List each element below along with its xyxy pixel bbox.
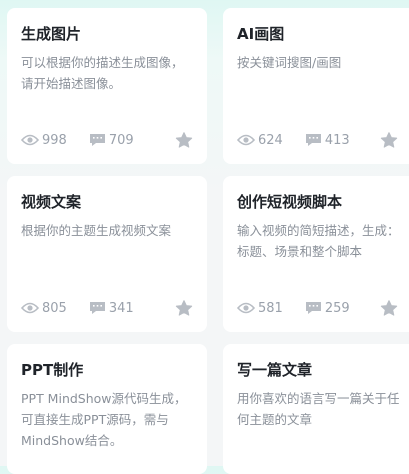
view-count: 624	[237, 133, 283, 148]
card-footer: 998 709	[21, 130, 193, 150]
comment-count-value: 259	[324, 300, 350, 316]
card-footer: 624 413	[237, 130, 409, 150]
star-icon	[380, 131, 397, 148]
comment-count-value: 341	[108, 300, 134, 316]
favorite-button[interactable]	[175, 299, 193, 317]
card-description: PPT MindShow源代码生成，可直接生成PPT源码，需与MindShow结…	[21, 391, 187, 448]
card-title: PPT制作	[21, 361, 84, 379]
comment-count: 709	[89, 133, 134, 148]
star-icon	[175, 131, 193, 148]
prompt-card[interactable]: PPT制作 PPT MindShow源代码生成，可直接生成PPT源码，需与Min…	[7, 344, 207, 474]
favorite-button[interactable]	[380, 299, 398, 317]
eye-icon	[21, 302, 39, 314]
star-icon	[175, 299, 193, 316]
eye-icon	[237, 134, 255, 146]
prompt-card[interactable]: 视频文案 根据你的主题生成视频文案 805 341	[7, 176, 207, 332]
comment-count: 413	[305, 133, 350, 148]
card-description: 用你喜欢的语言写一篇关于任何主题的文章	[237, 391, 400, 427]
prompt-card[interactable]: 生成图片 可以根据你的描述生成图像，请开始描述图像。 998 709	[7, 8, 207, 164]
prompt-card[interactable]: 创作短视频脚本 输入视频的简短描述，生成：标题、场景和整个脚本 581 259	[223, 176, 409, 332]
card-footer: 581 259	[237, 298, 409, 318]
view-count: 805	[21, 301, 67, 316]
prompt-card[interactable]: 写一篇文章 用你喜欢的语言写一篇关于任何主题的文章	[223, 344, 409, 474]
card-title: 生成图片	[21, 25, 82, 43]
star-icon	[380, 299, 397, 316]
view-count-value: 581	[258, 300, 283, 316]
card-title: 写一篇文章	[237, 361, 313, 379]
view-count-value: 805	[42, 300, 67, 316]
card-description: 根据你的主题生成视频文案	[21, 223, 172, 238]
comment-icon	[305, 302, 321, 314]
view-count-value: 624	[258, 132, 283, 148]
comment-count: 259	[305, 301, 350, 316]
eye-icon	[21, 134, 39, 146]
view-count: 581	[237, 301, 283, 316]
comment-icon	[89, 134, 105, 146]
card-footer: 805 341	[21, 298, 193, 318]
view-count: 998	[21, 133, 67, 148]
card-description: 按关键词搜图/画图	[237, 55, 342, 70]
comment-icon	[89, 302, 105, 314]
prompt-card[interactable]: AI画图 按关键词搜图/画图 624 413	[223, 8, 409, 164]
comment-count-value: 413	[324, 132, 350, 148]
card-title: 创作短视频脚本	[237, 193, 343, 211]
card-title: 视频文案	[21, 193, 82, 211]
comment-count-value: 709	[108, 132, 134, 148]
comment-icon	[305, 134, 321, 146]
favorite-button[interactable]	[175, 131, 193, 149]
card-description: 输入视频的简短描述，生成：标题、场景和整个脚本	[237, 223, 400, 259]
card-description: 可以根据你的描述生成图像，请开始描述图像。	[21, 55, 184, 91]
eye-icon	[237, 302, 255, 314]
view-count-value: 998	[42, 132, 67, 148]
comment-count: 341	[89, 301, 134, 316]
favorite-button[interactable]	[380, 131, 398, 149]
card-title: AI画图	[237, 25, 285, 43]
